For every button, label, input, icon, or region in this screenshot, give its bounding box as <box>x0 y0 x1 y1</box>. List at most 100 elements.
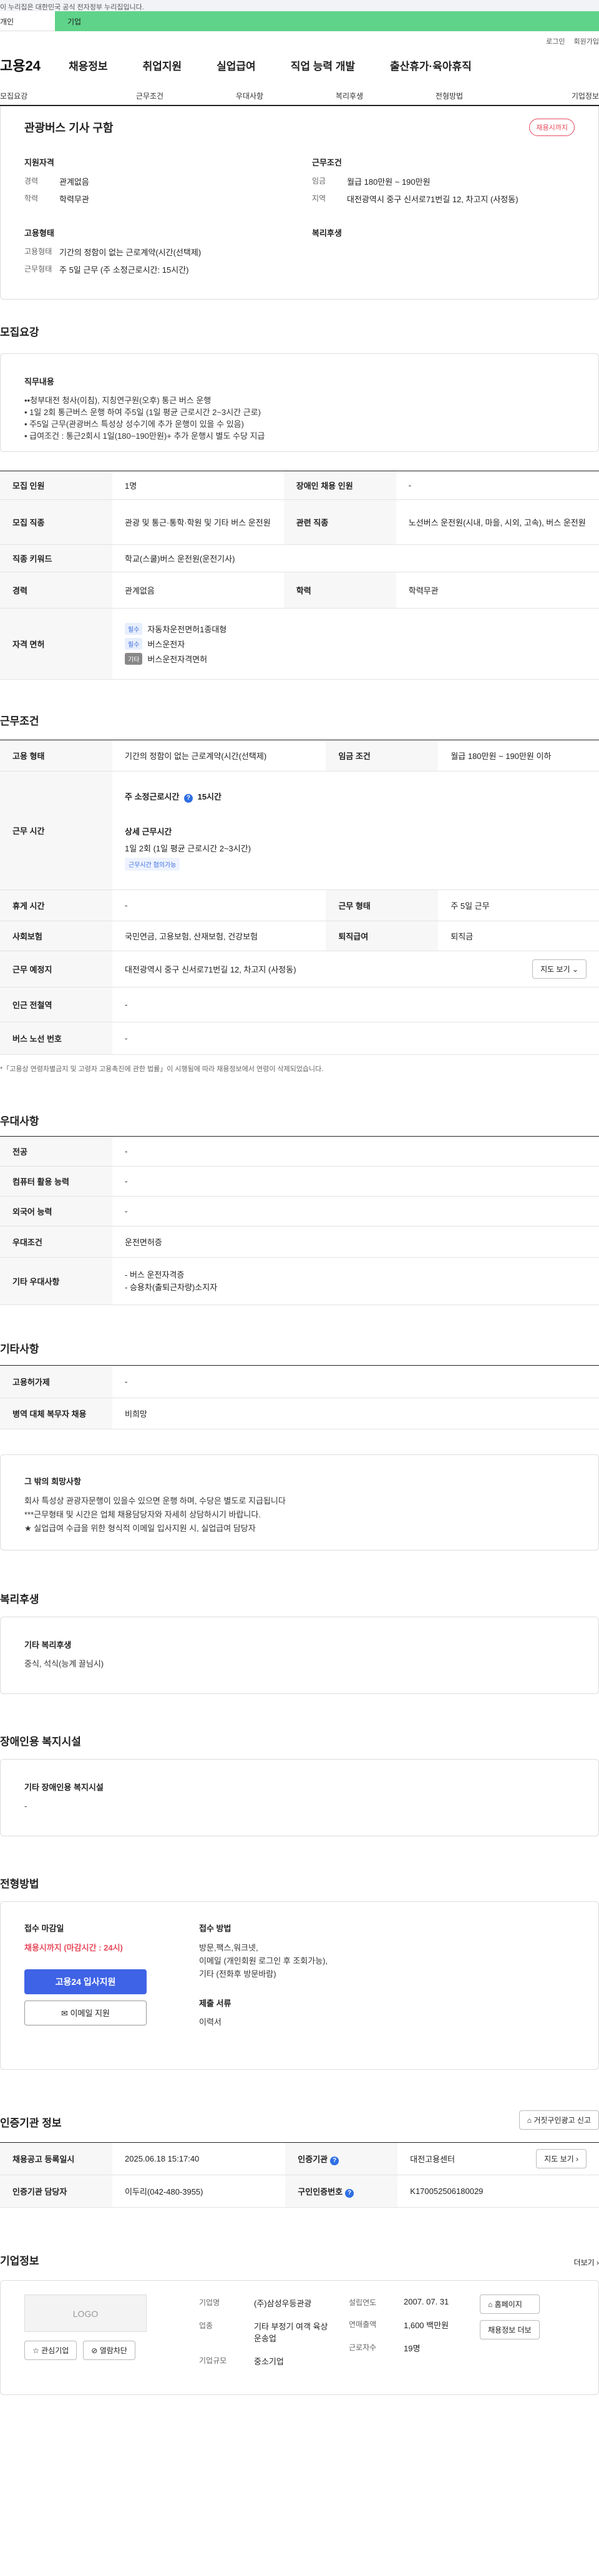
cell-label: 인근 전철역 <box>0 987 112 1022</box>
homepage-label: 홈페이지 <box>494 2300 522 2309</box>
extra-box: 그 밖의 희망사항 회사 특성상 관광자문행이 있을수 있으면 운행 하며, 수… <box>0 1454 599 1550</box>
company-value: 1,600 백만원 <box>404 2321 449 2330</box>
cell-value: 주 5일 근무 <box>438 889 599 921</box>
gnb-item-employment-support[interactable]: 취업지원 <box>143 57 182 73</box>
subnav-welfare[interactable]: 복리후생 <box>300 84 399 105</box>
company-more-link[interactable]: 더보기 › <box>574 2257 599 2268</box>
chevron-down-icon: ⌄ <box>572 965 578 974</box>
cell-value: 운전면허증 <box>112 1226 599 1258</box>
info-icon[interactable]: ? <box>345 2188 354 2198</box>
subnav-work[interactable]: 근무조건 <box>100 84 200 105</box>
gnb-item-training[interactable]: 직업 능력 개발 <box>291 57 355 73</box>
cell-label: 휴게 시간 <box>0 889 112 921</box>
cell-label: 모집 직종 <box>0 499 112 545</box>
cell-label: 병역 대체 복무자 채용 <box>0 1398 112 1429</box>
duty-line: ••청부대전 청사(이침), 지칭연구원(오후) 통근 버스 운행 <box>24 396 212 405</box>
summary-label: 경력 <box>24 177 39 185</box>
company-label: 기업명 <box>199 2298 220 2307</box>
section-heading-work: 근무조건 <box>0 715 39 727</box>
job-summary-card: 관광버스 기사 구함 채용시까지 지원자격 경력 관계없음 학력 학력무관 근무조건… <box>0 106 599 300</box>
tab-company[interactable]: 기업 <box>55 11 599 31</box>
cell-label: 자격 면허 <box>0 608 112 680</box>
company-jobs-button[interactable]: 채용정보 더보 <box>480 2320 540 2339</box>
summary-employment: 고용형태 고용형태 기간의 정함이 없는 근로계약(시간(선택제) 근무형태 주 5… <box>24 227 287 281</box>
tab-personal[interactable]: 개인 <box>0 11 55 31</box>
homepage-button[interactable]: ⌂ 홈페이지 <box>480 2294 540 2314</box>
cell-value: - <box>112 1136 599 1167</box>
home-icon: ⌂ <box>527 2116 532 2125</box>
work-hours-detail: 주 소정근로시간 ? 15시간 상세 근무시간 1일 2회 (1일 평균 근로시… <box>112 771 599 890</box>
cell-value: 퇴직금 <box>438 921 599 951</box>
cell-label: 직종 키워드 <box>0 544 112 572</box>
extra-heading: 그 밖의 희망사항 <box>24 1477 81 1486</box>
facility-box-heading: 기타 장애인용 복지시설 <box>24 1783 104 1792</box>
section-heading-company: 기업정보 <box>0 2255 39 2267</box>
welfare-box: 기타 복리후생 중식, 석식(능계 끌님시) <box>0 1617 599 1694</box>
cell-value: 관계없음 <box>112 572 284 609</box>
report-fake-ad-button[interactable]: ⌂ 거짓구인광고 신고 <box>519 2110 599 2130</box>
block-company-label: 열람차단 <box>99 2346 127 2355</box>
cert-org-label: 인증기관 <box>298 2154 328 2164</box>
apply-button[interactable]: 고용24 입사지원 <box>24 1969 147 1994</box>
cell-label: 구인인증번호? <box>285 2175 398 2208</box>
block-icon: ⊘ <box>91 2346 98 2355</box>
cell-value: 학력무관 <box>396 572 599 609</box>
license-name: 자동차운전면허1종대형 <box>147 625 227 634</box>
work-table: 고용 형태 기간의 정함이 없는 근로계약(시간(선택제) 임금 조건 월급 1… <box>0 740 599 1055</box>
extra-line: ★ 실업급여 수급을 위한 형식적 이메일 입사지원 시, 실업급여 담당자 <box>24 1524 256 1533</box>
subnav-recruit[interactable]: 모집요강 <box>0 84 100 105</box>
pref-etc-line: - 승용차(출퇴근차량)소지자 <box>125 1282 218 1292</box>
star-icon: ☆ <box>32 2346 39 2355</box>
company-label: 설립연도 <box>349 2298 377 2307</box>
cell-value: 국민연금, 고용보험, 산재보험, 건강보험 <box>112 921 326 951</box>
company-label: 업종 <box>199 2321 213 2330</box>
info-icon[interactable]: ? <box>183 794 193 803</box>
summary-value: 주 5일 근무 (주 소정근로시간: 15시간) <box>59 265 189 275</box>
job-title: 관광버스 기사 구함 <box>24 122 114 134</box>
signup-link[interactable]: 회원가입 <box>574 36 599 46</box>
cell-value: K170052506180029 <box>397 2175 599 2208</box>
welfare-box-value: 중식, 석식(능계 끌님시) <box>24 1659 104 1668</box>
gnb-item-parental-leave[interactable]: 출산휴가·육아휴직 <box>390 57 472 73</box>
chevron-right-icon: › <box>597 2258 599 2267</box>
report-fake-ad-label: 거짓구인광고 신고 <box>533 2116 591 2125</box>
facility-box: 기타 장애인용 복지시설 - <box>0 1759 599 1836</box>
cell-label: 고용 형태 <box>0 740 112 771</box>
login-link[interactable]: 로그인 <box>546 36 565 46</box>
cell-label: 기타 우대사항 <box>0 1257 112 1305</box>
recruit-table: 모집 인원 1명 장애인 채용 인원 - 모집 직종 관광 및 통근·통학·학원… <box>0 471 599 680</box>
site-logo[interactable]: 고용24 <box>0 55 69 75</box>
cell-value: - <box>112 1166 599 1197</box>
cell-value: 이두리(042-480-3955) <box>112 2175 286 2208</box>
cell-value: - <box>112 987 599 1022</box>
cell-label: 외국어 능력 <box>0 1196 112 1227</box>
email-apply-button[interactable]: ✉ 이메일 지원 <box>24 2001 147 2025</box>
map-button-label: 지도 보기 <box>540 965 570 974</box>
cell-label: 인증기관 담당자 <box>0 2175 112 2208</box>
summary-welfare: 복리후생 <box>312 227 575 281</box>
cell-value: 2025.06.18 15:17:40 <box>112 2142 286 2175</box>
cert-map-button[interactable]: 지도 보기 › <box>536 2149 587 2168</box>
subnav-pref[interactable]: 우대사항 <box>200 84 300 105</box>
gnb-item-unemployment-benefit[interactable]: 실업급여 <box>217 57 256 73</box>
gnb-item-jobs[interactable]: 채용정보 <box>69 57 108 73</box>
other-table: 고용허가제 - 병역 대체 복무자 채용 비희망 <box>0 1365 599 1429</box>
subnav-company[interactable]: 기업정보 <box>499 84 599 105</box>
cell-label: 우대조건 <box>0 1226 112 1258</box>
cell-value: - <box>112 1365 599 1398</box>
hours-detail-heading: 상세 근무시간 <box>125 827 172 836</box>
company-value: 기타 부정기 여객 육상 운송업 <box>254 2322 328 2343</box>
facility-box-value: - <box>24 1801 27 1811</box>
cert-table: 채용공고 등록일시 2025.06.18 15:17:40 인증기관? 대전고용… <box>0 2142 599 2208</box>
favorite-company-button[interactable]: ☆ 관심기업 <box>24 2341 77 2360</box>
summary-welfare-heading: 복리후생 <box>312 228 342 238</box>
cell-value: 대전광역시 중구 신서로71번길 12, 차고지 (사정동) <box>125 965 296 974</box>
info-icon[interactable]: ? <box>330 2156 339 2165</box>
cert-no-label: 구인인증번호 <box>298 2187 343 2196</box>
summary-value: 학력무관 <box>59 195 89 204</box>
block-company-button[interactable]: ⊘ 열람차단 <box>83 2341 135 2360</box>
subnav-apply[interactable]: 전형방법 <box>399 84 499 105</box>
map-button[interactable]: 지도 보기 ⌄ <box>532 959 587 979</box>
summary-label: 근무형태 <box>24 265 52 273</box>
company-value: 19명 <box>404 2344 421 2353</box>
